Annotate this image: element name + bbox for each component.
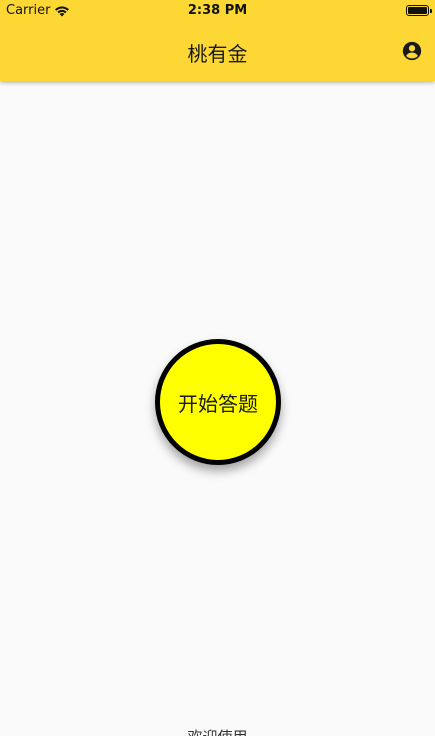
account-circle-icon[interactable] bbox=[401, 40, 423, 62]
status-bar: Carrier 2:38 PM bbox=[0, 0, 435, 22]
app-screen: Carrier 2:38 PM 桃有金 开始答题 欢迎使用 bbox=[0, 0, 435, 736]
app-bar: Carrier 2:38 PM 桃有金 bbox=[0, 0, 435, 81]
welcome-text: 欢迎使用 bbox=[0, 726, 435, 736]
status-time: 2:38 PM bbox=[187, 3, 248, 18]
start-quiz-button[interactable]: 开始答题 bbox=[155, 339, 281, 465]
battery-icon bbox=[406, 5, 432, 16]
page-title: 桃有金 bbox=[187, 42, 248, 66]
start-quiz-label: 开始答题 bbox=[178, 391, 258, 416]
